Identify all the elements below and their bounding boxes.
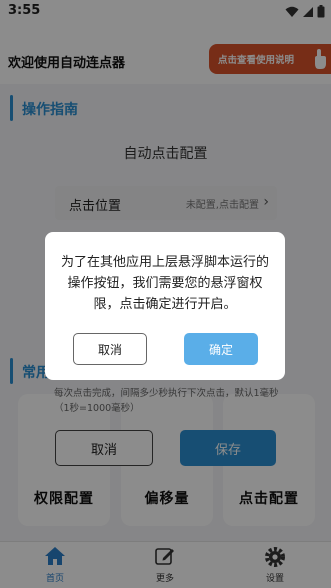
permission-dialog: 为了在其他应用上层悬浮脚本运行的操作按钮，我们需要您的悬浮窗权限，点击确定进行开…: [45, 232, 285, 380]
dialog-cancel-button[interactable]: 取消: [73, 333, 147, 365]
dialog-message: 为了在其他应用上层悬浮脚本运行的操作按钮，我们需要您的悬浮窗权限，点击确定进行开…: [60, 255, 269, 312]
dialog-confirm-button[interactable]: 确定: [184, 333, 258, 365]
